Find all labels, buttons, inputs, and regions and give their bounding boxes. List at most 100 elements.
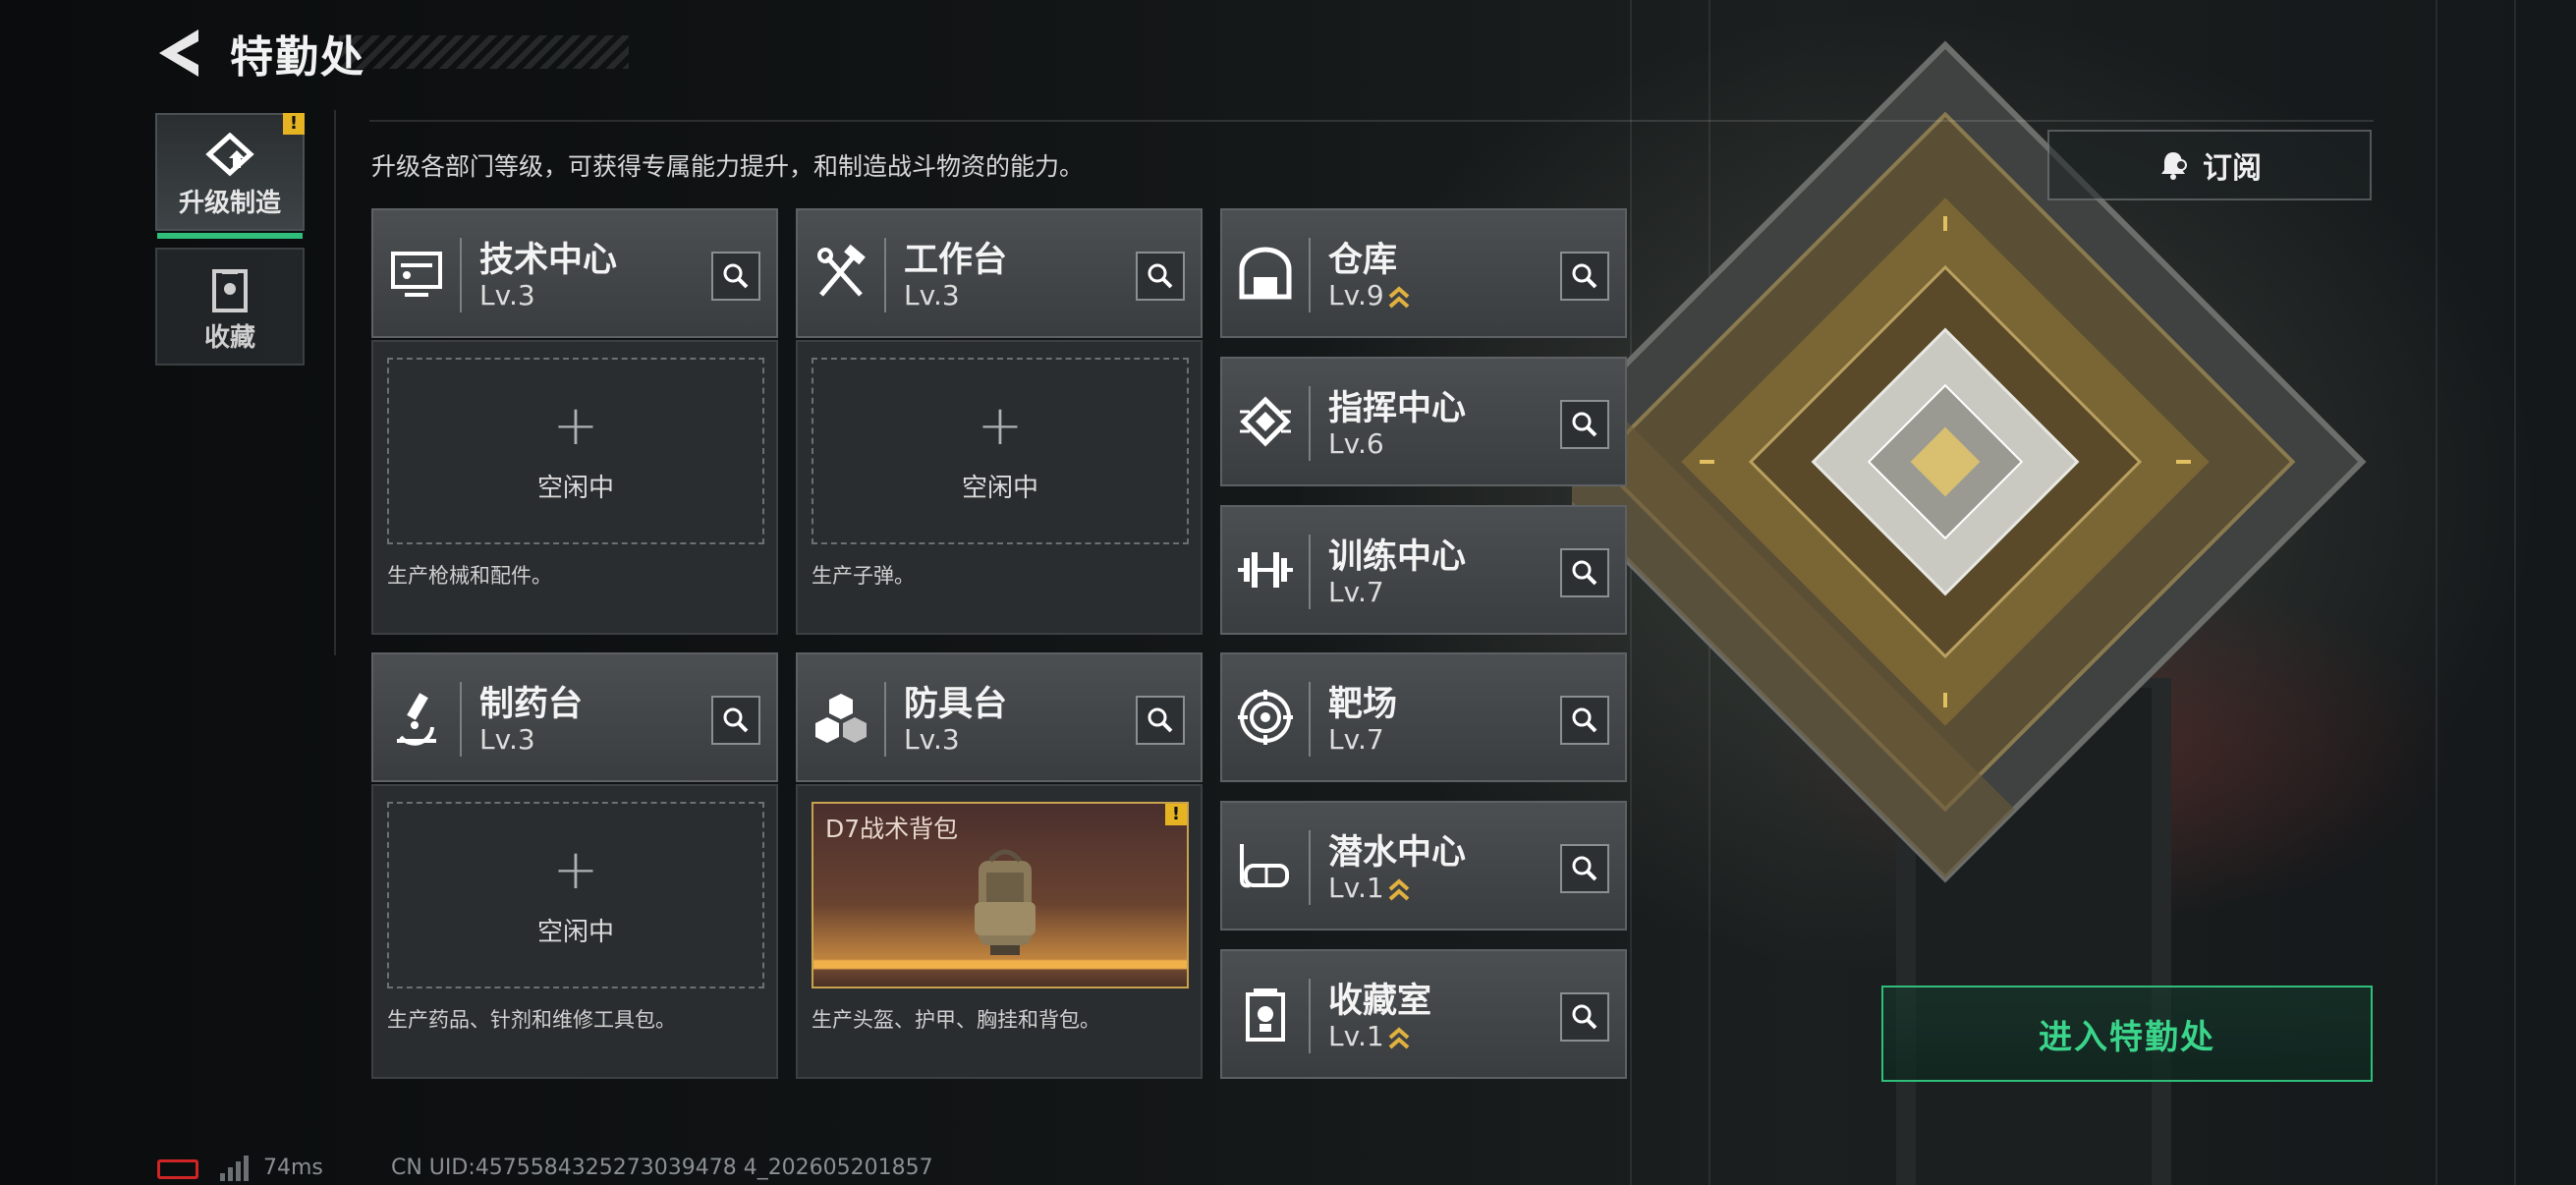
enter-special-ops-button[interactable]: 进入特勤处 xyxy=(1881,986,2373,1082)
upgrade-chevron-icon xyxy=(1388,878,1410,901)
item-name: D7战术背包 xyxy=(825,815,959,843)
facility-name: 靶场 xyxy=(1328,685,1398,724)
slot-status: 空闲中 xyxy=(536,474,614,503)
workshop-description: 生产药品、针剂和维修工具包。 xyxy=(387,1008,676,1032)
workshop-description: 生产子弹。 xyxy=(812,564,915,588)
workshop-panel-pharmacy: + 空闲中 生产药品、针剂和维修工具包。 xyxy=(371,784,778,1079)
slot-status: 空闲中 xyxy=(536,918,614,947)
workshop-name: 技术中心 xyxy=(479,241,618,280)
facility-level-row: Lv.1 xyxy=(1328,872,1410,904)
facility-card-command-center[interactable]: 指挥中心 Lv.6 xyxy=(1220,357,1627,486)
facility-card-collection-room[interactable]: 收藏室 Lv.1 xyxy=(1220,949,1627,1079)
collection-room-icon xyxy=(1246,988,1285,1042)
divider-horizontal xyxy=(369,120,2374,122)
inspect-button[interactable] xyxy=(1560,696,1609,745)
subscribe-label: 订阅 xyxy=(2203,151,2262,186)
inspect-button[interactable] xyxy=(1560,548,1609,597)
inspect-button[interactable] xyxy=(1136,252,1185,301)
plus-icon: + xyxy=(552,394,599,458)
workshop-panel-armor-bench: D7战术背包 ! 生产头盔、护甲、胸挂和背包。 xyxy=(796,784,1203,1079)
inspect-button[interactable] xyxy=(711,696,760,745)
card-separator xyxy=(1309,238,1311,312)
facility-name: 训练中心 xyxy=(1328,537,1467,577)
tab-collection[interactable]: 收藏 xyxy=(155,248,305,366)
subscribe-button[interactable]: 订阅 xyxy=(2047,130,2372,200)
workshop-card-pharmacy[interactable]: 制药台 Lv.3 xyxy=(371,652,778,782)
dumbbell-icon xyxy=(1238,552,1293,588)
inspect-button[interactable] xyxy=(711,252,760,301)
search-icon xyxy=(1572,856,1597,881)
production-slot[interactable]: + 空闲中 xyxy=(387,358,764,544)
tab-active-indicator xyxy=(157,233,303,239)
production-slot[interactable]: + 空闲中 xyxy=(387,802,764,988)
search-icon xyxy=(1572,1004,1597,1030)
workshop-panel-workbench: + 空闲中 生产子弹。 xyxy=(796,340,1203,635)
facility-name: 指挥中心 xyxy=(1328,389,1467,428)
search-icon xyxy=(723,707,749,733)
workshop-name: 制药台 xyxy=(479,685,584,724)
search-icon xyxy=(1572,707,1597,733)
upgrade-chevron-icon xyxy=(1388,286,1410,309)
tab-upgrade-label: 升级制造 xyxy=(178,189,281,218)
user-uid: CN UID:4575584325273039478 4_20260520185… xyxy=(391,1156,933,1180)
inspect-button[interactable] xyxy=(1560,400,1609,449)
facility-name: 仓库 xyxy=(1328,241,1398,280)
workshop-card-workbench[interactable]: 工作台 Lv.3 xyxy=(796,208,1203,338)
inspect-button[interactable] xyxy=(1560,844,1609,893)
workshop-name: 防具台 xyxy=(904,685,1008,724)
workshop-card-armor-bench[interactable]: 防具台 Lv.3 xyxy=(796,652,1203,782)
plus-icon: + xyxy=(977,394,1024,458)
command-chip-icon xyxy=(1240,396,1291,447)
bell-icon xyxy=(2161,152,2187,180)
facility-level: Lv.1 xyxy=(1328,872,1384,904)
facility-card-diving-center[interactable]: 潜水中心 Lv.1 xyxy=(1220,801,1627,931)
plus-icon: + xyxy=(552,838,599,902)
workshop-panel-tech-center: + 空闲中 生产枪械和配件。 xyxy=(371,340,778,635)
facility-card-warehouse[interactable]: 仓库 Lv.9 xyxy=(1220,208,1627,338)
title-decoration xyxy=(339,35,629,69)
tab-collection-label: 收藏 xyxy=(203,323,255,353)
facility-card-training-center[interactable]: 训练中心 Lv.7 xyxy=(1220,505,1627,635)
inspect-button[interactable] xyxy=(1136,696,1185,745)
workshop-level: Lv.3 xyxy=(904,279,960,311)
card-separator xyxy=(1309,386,1311,461)
search-icon xyxy=(1148,263,1173,289)
card-separator xyxy=(460,238,462,312)
facility-name: 潜水中心 xyxy=(1328,833,1467,873)
ping-readout: 74ms xyxy=(263,1156,323,1180)
workshop-name: 工作台 xyxy=(904,241,1008,280)
card-separator xyxy=(460,682,462,757)
card-separator xyxy=(1309,682,1311,757)
facility-name: 收藏室 xyxy=(1328,982,1432,1021)
tech-center-icon xyxy=(391,252,442,297)
search-icon xyxy=(1572,560,1597,586)
card-separator xyxy=(884,682,886,757)
facility-card-shooting-range[interactable]: 靶场 Lv.7 xyxy=(1220,652,1627,782)
workshop-card-tech-center[interactable]: 技术中心 Lv.3 xyxy=(371,208,778,338)
production-slot[interactable]: + 空闲中 xyxy=(812,358,1189,544)
search-icon xyxy=(1572,263,1597,289)
divider-vertical xyxy=(334,110,336,655)
facility-level-row: Lv.9 xyxy=(1328,279,1410,311)
target-icon xyxy=(1238,690,1293,745)
page-description: 升级各部门等级，可获得专属能力提升，和制造战斗物资的能力。 xyxy=(371,152,1085,181)
armor-cubes-icon xyxy=(815,694,867,743)
production-item-card[interactable]: D7战术背包 ! xyxy=(812,802,1189,988)
battery-icon xyxy=(157,1159,198,1179)
workshop-level: Lv.3 xyxy=(904,723,960,756)
signal-icon xyxy=(220,1156,249,1181)
back-arrow-icon[interactable] xyxy=(155,28,204,79)
inspect-button[interactable] xyxy=(1560,252,1609,301)
card-separator xyxy=(884,238,886,312)
inspect-button[interactable] xyxy=(1560,992,1609,1042)
item-alert-badge: ! xyxy=(1165,804,1187,825)
warehouse-icon xyxy=(1239,247,1292,300)
card-separator xyxy=(1309,830,1311,905)
workshop-level: Lv.3 xyxy=(479,279,535,311)
tab-upgrade-craft[interactable]: ! 升级制造 xyxy=(155,113,305,239)
facility-level: Lv.7 xyxy=(1328,576,1384,608)
search-icon xyxy=(1572,412,1597,437)
search-icon xyxy=(723,263,749,289)
hammer-wrench-icon xyxy=(817,244,866,297)
microscope-icon xyxy=(397,693,436,746)
